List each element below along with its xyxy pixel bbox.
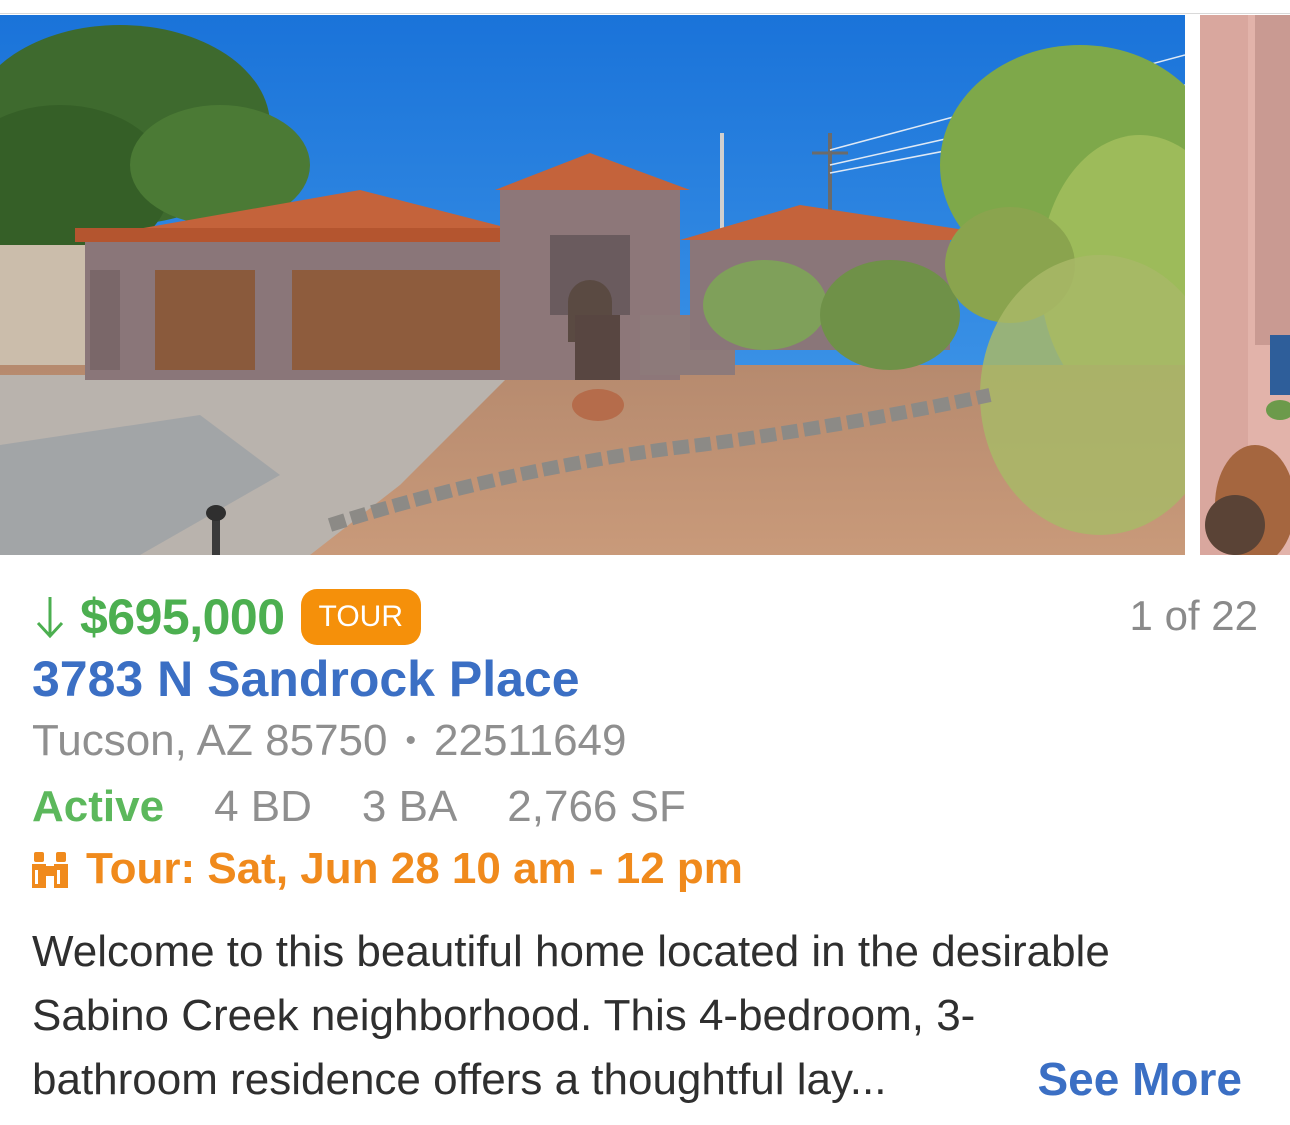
- separator-dot: •: [405, 724, 416, 757]
- listing-address-link[interactable]: 3783 N Sandrock Place: [32, 650, 580, 708]
- baths-count: 3 BA: [361, 782, 458, 831]
- status-label: Active: [32, 782, 165, 831]
- tour-time: Tour: Sat, Jun 28 10 am - 12 pm: [86, 844, 743, 893]
- listing-price: $695,000: [80, 589, 285, 645]
- square-footage: 2,766 SF: [507, 782, 686, 831]
- price-row: $695,000 TOUR: [32, 586, 421, 648]
- listing-photo-next[interactable]: [1200, 15, 1290, 555]
- binoculars-icon: [32, 852, 68, 888]
- arrow-down-icon: [36, 597, 64, 639]
- city-state-zip: Tucson, AZ 85750: [32, 716, 388, 765]
- photo-counter: 1 of 22: [1129, 592, 1258, 639]
- mls-number: 22511649: [434, 716, 627, 765]
- location-row: Tucson, AZ 85750 • 22511649: [32, 716, 627, 766]
- see-more-link[interactable]: See More: [1037, 1052, 1242, 1106]
- tour-badge: TOUR: [300, 589, 421, 645]
- listing-photo-main[interactable]: [0, 15, 1185, 555]
- description-line: Sabino Creek neighborhood. This 4-bedroo…: [32, 991, 976, 1040]
- stats-row: Active 4 BD 3 BA 2,766 SF: [32, 782, 736, 832]
- open-tour-row[interactable]: Tour: Sat, Jun 28 10 am - 12 pm: [30, 844, 743, 894]
- top-divider: [0, 0, 1290, 14]
- beds-count: 4 BD: [214, 782, 312, 831]
- photo-carousel[interactable]: [0, 15, 1290, 555]
- description-line: Welcome to this beautiful home located i…: [32, 927, 1110, 976]
